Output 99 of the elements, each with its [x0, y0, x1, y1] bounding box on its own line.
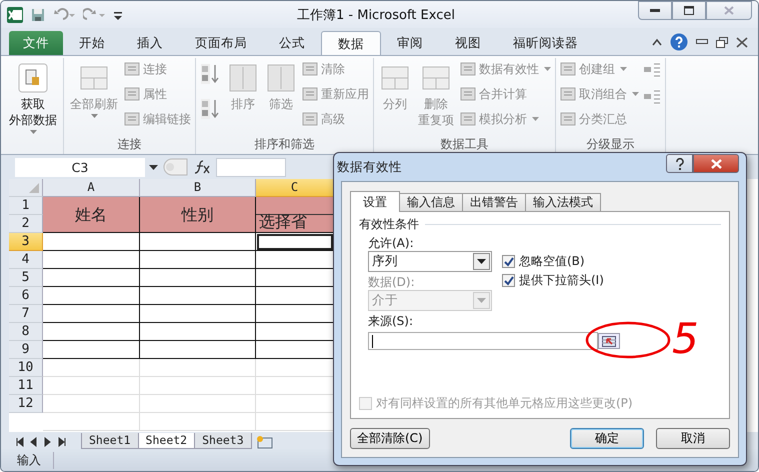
close-workbook-icon[interactable]	[736, 36, 748, 48]
ribbon-tab[interactable]: 审阅	[381, 31, 439, 55]
dialog-tab[interactable]: 输入信息	[399, 193, 463, 211]
save-icon[interactable]	[31, 8, 45, 22]
group-label: 连接	[116, 137, 142, 153]
caret-icon[interactable]	[477, 259, 486, 264]
column-header[interactable]: B	[140, 179, 256, 197]
active-cell[interactable]	[256, 233, 334, 251]
grid-cell[interactable]	[43, 251, 140, 269]
row-header[interactable]: 10	[9, 359, 43, 377]
row-header[interactable]: 3	[9, 233, 43, 251]
grid-cell[interactable]	[43, 287, 140, 305]
last-sheet-icon[interactable]	[57, 436, 67, 446]
dialog-tab[interactable]: 输入法模式	[525, 193, 601, 211]
dialog-button[interactable]: 取消	[656, 428, 730, 449]
grid-cell[interactable]	[140, 287, 256, 305]
dialog-button[interactable]: 确定	[570, 428, 644, 449]
dialog-tab[interactable]: 设置	[350, 191, 400, 212]
table-header-cell: 选择省	[256, 197, 334, 233]
insert-function-icon[interactable]	[194, 160, 210, 174]
undo-icon[interactable]	[53, 8, 75, 22]
column-header[interactable]: C	[256, 179, 334, 197]
maximize-icon[interactable]	[684, 6, 694, 15]
new-sheet-icon[interactable]	[254, 435, 275, 449]
grid-cell[interactable]	[43, 233, 140, 251]
close-icon[interactable]	[724, 6, 734, 15]
excel-logo-icon	[7, 6, 23, 22]
range-select-icon[interactable]	[602, 336, 616, 346]
ribbon-button[interactable]: 获取 外部数据	[7, 58, 59, 136]
previous-sheet-icon[interactable]	[29, 436, 39, 446]
row-header[interactable]: 1	[9, 197, 43, 215]
row-header[interactable]: 6	[9, 287, 43, 305]
row-header[interactable]: 12	[9, 395, 43, 413]
group-label: 分级显示	[586, 137, 636, 153]
file-tab[interactable]: 文件	[9, 31, 63, 55]
row-header[interactable]: 4	[9, 251, 43, 269]
minimize-workbook-icon[interactable]	[696, 39, 708, 45]
grid-cell[interactable]	[140, 269, 256, 287]
ribbon-tab[interactable]: 数据	[321, 31, 381, 55]
table-header-cell: 性别	[140, 197, 256, 233]
row-header[interactable]: 11	[9, 377, 43, 395]
group-label: 数据工具	[440, 137, 490, 153]
redo-icon[interactable]	[83, 8, 105, 22]
ribbon-tab[interactable]: 页面布局	[179, 31, 263, 55]
help-icon[interactable]	[676, 158, 684, 170]
table-header-cell: 姓名	[43, 197, 140, 233]
dialog-title: 数据有效性	[337, 158, 403, 176]
sheet-tab[interactable]: Sheet3	[194, 433, 252, 449]
dropdown-caret-icon[interactable]	[149, 164, 158, 170]
row-header[interactable]: 9	[9, 341, 43, 359]
grid-cell[interactable]	[43, 341, 140, 359]
collapse-ribbon-icon[interactable]	[652, 38, 662, 46]
row-header[interactable]: 7	[9, 305, 43, 323]
database-icon[interactable]	[18, 63, 48, 93]
ribbon-tab[interactable]: 视图	[439, 31, 497, 55]
first-sheet-icon[interactable]	[15, 436, 25, 446]
close-button[interactable]	[693, 154, 739, 173]
sheet-tab[interactable]: Sheet1	[81, 433, 139, 449]
help-icon[interactable]	[670, 33, 688, 51]
annotation-text: 5	[672, 317, 699, 361]
formula-bar-handle-icon[interactable]	[162, 158, 188, 176]
row-header[interactable]: 5	[9, 269, 43, 287]
grid-cell[interactable]	[43, 323, 140, 341]
field-label: 数据(D):	[368, 274, 416, 290]
formula-input[interactable]	[216, 158, 286, 176]
group-label: 排序和筛选	[254, 137, 316, 153]
grid-cell[interactable]	[140, 323, 256, 341]
help-button[interactable]	[666, 154, 693, 173]
column-header[interactable]: A	[43, 179, 140, 197]
next-sheet-icon[interactable]	[43, 436, 53, 446]
window-title: 工作簿1 - Microsoft Excel	[297, 6, 456, 24]
source-field[interactable]	[368, 332, 598, 350]
ribbon-tab[interactable]: 开始	[63, 31, 121, 55]
sheet-tab[interactable]: Sheet2	[138, 433, 196, 449]
checkbox[interactable]: 忽略空值(B)	[502, 253, 604, 270]
grid-cell[interactable]	[140, 305, 256, 323]
checkbox[interactable]: 提供下拉箭头(I)	[502, 272, 604, 289]
grid-cell[interactable]	[140, 341, 256, 359]
ribbon-tab[interactable]: 插入	[121, 31, 179, 55]
dialog-button[interactable]: 全部清除(C)	[350, 428, 430, 449]
field-label: 来源(S):	[367, 313, 414, 329]
minimize-button[interactable]	[638, 1, 672, 20]
grid-cell[interactable]	[43, 269, 140, 287]
field-label: 允许(A):	[368, 235, 415, 251]
maximize-button[interactable]	[672, 1, 706, 20]
dropdown[interactable]: 序列	[368, 251, 492, 272]
name-box[interactable]: C3	[15, 158, 145, 176]
ribbon-tab[interactable]: 公式	[263, 31, 321, 55]
section-title: 有效性条件	[359, 216, 419, 233]
row-header[interactable]: 8	[9, 323, 43, 341]
ribbon-tab[interactable]: 福昕阅读器	[497, 31, 594, 55]
range-select-button[interactable]	[598, 333, 620, 349]
grid-cell[interactable]	[140, 251, 256, 269]
grid-cell[interactable]	[43, 305, 140, 323]
row-header[interactable]: 2	[9, 215, 43, 233]
restore-workbook-icon[interactable]	[716, 36, 728, 48]
dialog-tab[interactable]: 出错警告	[462, 193, 526, 211]
status-text: 输入	[17, 452, 54, 468]
grid-cell[interactable]	[140, 233, 256, 251]
